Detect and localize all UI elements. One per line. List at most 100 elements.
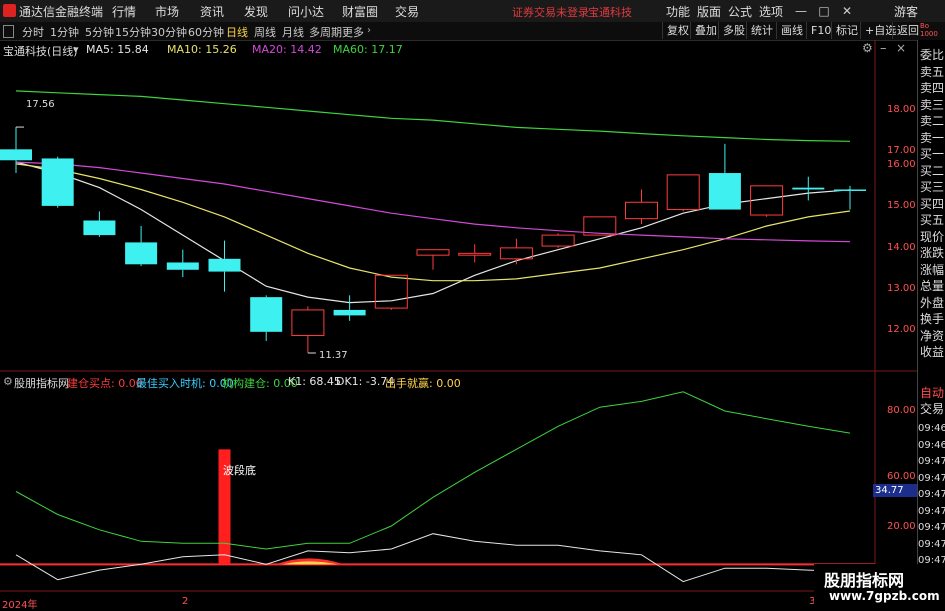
- settings-gear-icon[interactable]: ⚙: [862, 41, 873, 55]
- ind-y-tick: 80.00: [887, 405, 916, 416]
- guest-label[interactable]: 游客: [894, 3, 918, 20]
- menu-options[interactable]: 选项: [759, 3, 783, 20]
- tab-period-daily[interactable]: 日线: [226, 24, 248, 40]
- more-chevron-icon[interactable]: ›: [367, 25, 371, 36]
- candle-body: [0, 149, 32, 161]
- y-tick: 15.00: [887, 200, 916, 211]
- quote-label: 买四: [920, 196, 945, 211]
- quote-label: 总量: [920, 279, 945, 293]
- y-tick: 13.00: [887, 283, 916, 294]
- tick-time: 09:46: [918, 439, 945, 451]
- tab-period-30min[interactable]: 30分钟: [151, 24, 187, 40]
- watermark-url: www.7gpzb.com: [829, 589, 940, 603]
- candle-body: [250, 297, 283, 332]
- candle-body: [333, 309, 366, 316]
- stock-header-name: 宝通科技: [588, 6, 632, 19]
- trade-label[interactable]: 交易: [920, 401, 944, 417]
- auto-label[interactable]: 自动: [920, 385, 944, 401]
- ind-item-jiancang: 建仓买点: 0.00: [67, 377, 143, 390]
- tick-time: 09:47: [918, 538, 945, 550]
- quote-label: 卖五: [920, 64, 945, 79]
- quote-label: 涨幅: [920, 262, 945, 277]
- tick-time: 09:47: [918, 522, 945, 533]
- tab-period-5min[interactable]: 5分钟: [85, 24, 114, 40]
- trade-login-notice[interactable]: 证券交易未登录: [512, 4, 589, 20]
- app-title: 通达信金融终端: [19, 5, 104, 19]
- indicator-name: 股朋指标网: [14, 377, 69, 390]
- menu-news[interactable]: 资讯: [200, 3, 224, 20]
- menu-formula[interactable]: 公式: [728, 3, 752, 20]
- y-tick: 12.00: [887, 324, 916, 335]
- menu-market[interactable]: 市场: [155, 3, 179, 20]
- tab-period-15min[interactable]: 15分钟: [115, 24, 151, 40]
- candle-body: [625, 201, 658, 220]
- tab-period-more[interactable]: 更多: [342, 24, 364, 40]
- tick-time: 09:47: [918, 456, 945, 467]
- candle-body: [125, 242, 158, 265]
- candle-body: [792, 187, 825, 190]
- ind-item-institution: 机构建仓: 0.00: [222, 377, 298, 390]
- candle-body: [208, 258, 241, 272]
- quote-label: 卖三: [920, 97, 945, 112]
- menu-wealth[interactable]: 财富圈: [342, 3, 378, 20]
- menu-quotes[interactable]: 行情: [112, 3, 136, 20]
- tick-time: 09:47: [918, 472, 945, 484]
- quote-label: 买五: [920, 213, 945, 227]
- tool-overlay[interactable]: 叠加: [690, 22, 721, 39]
- y-tick: 14.00: [887, 242, 916, 253]
- panel-toggle-icon[interactable]: [3, 25, 14, 38]
- tab-period-weekly[interactable]: 周线: [254, 24, 276, 40]
- maximize-icon[interactable]: □: [814, 2, 834, 20]
- quote-label: 卖一: [920, 130, 945, 145]
- ma10-legend: MA10: 15.26: [167, 43, 237, 56]
- y-tick: 18.00: [887, 104, 916, 115]
- tab-period-fenshi[interactable]: 分时: [22, 24, 44, 40]
- x-label-feb: 2: [182, 596, 189, 607]
- dropdown-icon[interactable]: ▾: [73, 43, 79, 56]
- candle-body: [41, 158, 74, 206]
- minimize-icon[interactable]: —: [791, 2, 811, 20]
- cursor-value-badge: 34.77: [873, 484, 918, 497]
- ma-line-ma60: [15, 90, 851, 142]
- candle-body: [666, 174, 700, 211]
- menu-function[interactable]: 功能: [666, 3, 690, 20]
- tab-period-multi[interactable]: 多周期: [309, 24, 342, 40]
- quote-label: 委比: [920, 48, 945, 62]
- tool-back[interactable]: 返回: [892, 22, 923, 39]
- menu-trade[interactable]: 交易: [395, 3, 419, 20]
- candle-body: [458, 252, 492, 256]
- tool-multi-stock[interactable]: 多股: [718, 22, 749, 39]
- ind-y-tick: 60.00: [887, 471, 916, 482]
- quote-label: 买三: [920, 180, 945, 194]
- quote-label: 外盘: [920, 295, 945, 310]
- y-tick: 16.00: [887, 159, 916, 170]
- ind-item-win: 出手就赢: 0.00: [385, 377, 461, 390]
- tab-period-60min[interactable]: 60分钟: [188, 24, 224, 40]
- collapse-icon[interactable]: –: [880, 41, 887, 56]
- tab-period-1min[interactable]: 1分钟: [50, 24, 79, 40]
- chart-canvas[interactable]: [0, 40, 917, 609]
- quote-label: 换手: [920, 312, 945, 326]
- app-logo-icon: [3, 4, 16, 17]
- menu-ask[interactable]: 问小达: [288, 3, 324, 20]
- indicator-gear-icon[interactable]: ⚙: [3, 375, 13, 388]
- tool-stats[interactable]: 统计: [746, 22, 777, 39]
- quote-labels: 委比 卖五 卖四 卖三 卖二 卖一 买一 买二 买三 买四 买五 现价 涨跌 涨幅 总量 外盘 换手 净资 收益: [920, 47, 944, 361]
- ind-item-best-buy: 最佳买入时机: 0.00: [136, 377, 234, 390]
- tool-draw[interactable]: 画线: [776, 22, 807, 39]
- menu-layout[interactable]: 版面: [697, 3, 721, 20]
- watermark-title: 股朋指标网: [824, 571, 905, 590]
- tick-time: 09:46: [918, 423, 945, 434]
- menu-discover[interactable]: 发现: [244, 3, 268, 20]
- quote-label: 现价: [920, 229, 945, 244]
- candle-body: [374, 274, 408, 309]
- tool-fuquan[interactable]: 复权: [662, 22, 693, 39]
- close-panel-icon[interactable]: ×: [896, 41, 906, 55]
- quote-label: 卖四: [920, 81, 945, 95]
- indicator-line-k1: [15, 391, 851, 550]
- tool-mark[interactable]: 标记: [831, 22, 862, 39]
- tab-period-monthly[interactable]: 月线: [282, 24, 304, 40]
- ind-y-tick: 20.00: [887, 521, 916, 532]
- close-icon[interactable]: ✕: [837, 2, 857, 20]
- tick-times: 09:46 09:46 09:47 09:47 09:47 09:47 09:47 09:47…: [918, 421, 945, 570]
